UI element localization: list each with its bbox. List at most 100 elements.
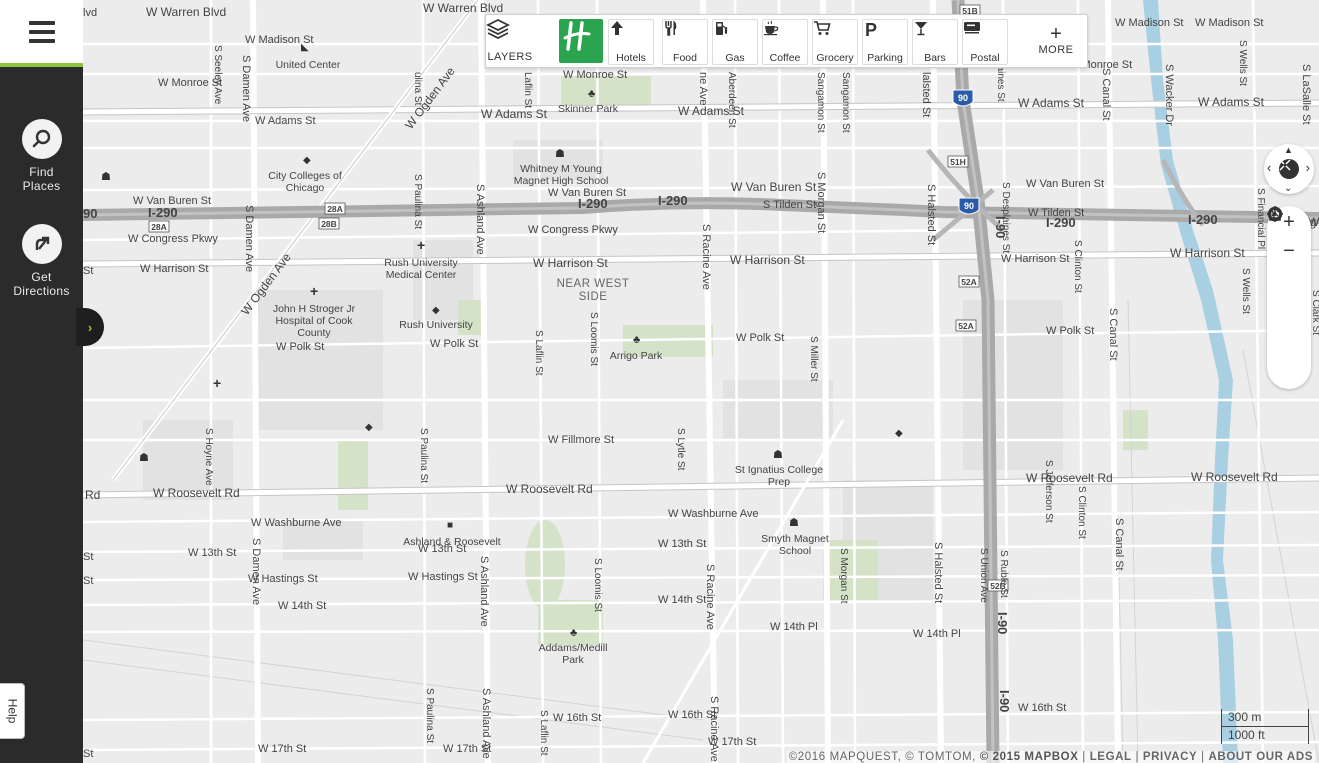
label-arrigo: Arrigo Park: [610, 350, 663, 362]
label-ccc-2: Chicago: [286, 182, 325, 194]
find-places-button[interactable]: Find Places: [0, 119, 83, 193]
label-roosevelt-w: W Roosevelt Rd: [153, 486, 240, 500]
pan-left-button[interactable]: ‹: [1267, 160, 1271, 175]
label-left-frag6: 90: [83, 206, 97, 221]
category-postal-button[interactable]: Postal: [962, 19, 1008, 65]
help-button[interactable]: Help: [0, 683, 25, 739]
label-stroger-2: Hospital of Cook: [275, 315, 353, 327]
more-button[interactable]: + MORE: [1031, 17, 1081, 61]
category-coffee-label: Coffee: [769, 52, 801, 64]
find-label-line2: Places: [22, 179, 61, 193]
label-smyth-1: Smyth Magnet: [761, 533, 829, 545]
college-icon-2: ◆: [365, 422, 373, 433]
school-icon: ☗: [555, 148, 565, 160]
shopping-cart-icon: [813, 21, 857, 47]
label-damen-c: S Damen Ave: [243, 205, 255, 272]
label-ashland-c: S Ashland Ave: [478, 556, 490, 627]
layers-icon: [486, 18, 534, 49]
label-washburne-c: W Washburne Ave: [668, 508, 759, 520]
label-left-frag2: St: [83, 265, 93, 277]
get-directions-button[interactable]: Get Directions: [0, 224, 83, 298]
college-icon-3: ◆: [895, 428, 903, 439]
label-16th-c: W 16th St: [553, 712, 601, 724]
park-tree-icon-2: ♣: [633, 334, 640, 346]
label-canal-n: S Canal St: [1100, 68, 1112, 121]
map-scale: 300 m 1000 ft: [1221, 709, 1309, 744]
exit-28a-a: 28A: [327, 204, 343, 214]
pan-right-button[interactable]: ›: [1306, 160, 1310, 175]
label-14th-pl: W 14th Pl: [770, 621, 818, 633]
share-button[interactable]: [1267, 206, 1311, 382]
hospital-icon-2: +: [310, 283, 318, 299]
label-clinton-n: S Clinton St: [1072, 240, 1083, 293]
i90-shield-label-b: 90: [964, 201, 974, 211]
label-halsted-s: S Halsted St: [932, 542, 944, 603]
map-graphic[interactable]: 28A 28A 28B 51H 51B 52A 52A 52B 90 90 ◣ …: [83, 0, 1319, 763]
locate-me-button[interactable]: [1267, 206, 1311, 295]
label-racine-top: ne Ave: [697, 72, 709, 105]
category-parking-button[interactable]: P Parking: [862, 19, 908, 65]
category-gas-button[interactable]: Gas: [712, 19, 758, 65]
category-coffee-button[interactable]: Coffee: [762, 19, 808, 65]
zoom-out-button[interactable]: −: [1267, 237, 1311, 266]
mailbox-icon: [963, 22, 1007, 47]
shopping-bag-icon: ■: [447, 520, 453, 531]
gas-pump-icon: [713, 22, 757, 47]
share-icon: [1269, 206, 1281, 221]
label-whitney-1: Whitney M Young: [520, 163, 602, 175]
label-sangamon-n: Sangamon St: [815, 72, 826, 133]
label-madison-e1: W Madison St: [1115, 17, 1183, 29]
exit-28a-b: 28A: [151, 222, 167, 232]
mapbox-credit: © 2015 MAPBOX: [979, 751, 1079, 763]
label-halsted-n: S Halsted St: [925, 184, 937, 245]
label-14th-c: W 14th St: [658, 594, 706, 606]
label-canal-c: S Canal St: [1107, 308, 1119, 361]
label-adams-w: W Adams St: [255, 115, 316, 127]
privacy-link[interactable]: PRIVACY: [1143, 751, 1197, 763]
label-roosevelt-e1: W Roosevelt Rd: [1026, 471, 1113, 485]
satellite-view-button[interactable]: [1267, 206, 1311, 324]
exit-51h: 51H: [950, 157, 966, 167]
pan-down-button[interactable]: ⌄: [1284, 183, 1292, 194]
label-skinner: Skinner Park: [558, 103, 619, 115]
label-racine-s2: S Racine Ave: [708, 696, 720, 762]
label-ruble: S Ruble St: [998, 550, 1009, 598]
coffee-cup-icon: [763, 20, 807, 47]
traffic-button[interactable]: [1267, 208, 1311, 353]
holiday-inn-button[interactable]: [559, 19, 603, 63]
label-miller: S Miller St: [808, 336, 819, 382]
label-hastings-c: W Hastings St: [408, 571, 478, 583]
category-hotels-button[interactable]: Hotels: [608, 19, 654, 65]
category-bars-button[interactable]: Bars: [912, 19, 958, 65]
menu-button[interactable]: [0, 0, 83, 67]
category-food-label: Food: [673, 52, 697, 64]
label-i90-s2: I-90: [997, 690, 1012, 712]
category-food-button[interactable]: Food: [662, 19, 708, 65]
label-rush-med-1: Rush University: [384, 257, 458, 269]
label-paulina-s: S Paulina St: [424, 688, 435, 743]
legal-link[interactable]: LEGAL: [1090, 751, 1132, 763]
college-icon: ◆: [303, 155, 311, 166]
label-lasalle: S LaSalle St: [1300, 64, 1312, 125]
help-label: Help: [5, 698, 19, 724]
compass-north-icon: ▲: [1284, 145, 1293, 155]
exit-28b: 28B: [321, 219, 337, 229]
about-ads-link[interactable]: ABOUT OUR ADS: [1209, 751, 1313, 763]
layers-button[interactable]: LAYERS: [486, 17, 534, 63]
park-tree-icon-3: ♣: [570, 627, 577, 639]
label-ignatius-1: St Ignatius College: [735, 464, 823, 476]
category-grocery-button[interactable]: Grocery: [812, 19, 858, 65]
cocktail-icon: [913, 22, 957, 47]
label-i290-c2: I-290: [658, 193, 688, 208]
label-stroger-1: John H Stroger Jr: [273, 303, 356, 315]
label-loomis-c: S Loomis St: [588, 312, 599, 366]
label-damen-s: S Damen Ave: [250, 538, 262, 605]
label-loomis-s: S Loomis St: [592, 558, 603, 612]
category-bars-label: Bars: [924, 52, 946, 64]
recenter-compass-button[interactable]: [1279, 159, 1299, 179]
category-toolbar: LAYERS Hotels Food Gas Coffee Grocery P …: [485, 14, 1088, 68]
map-canvas[interactable]: 28A 28A 28B 51H 51B 52A 52A 52B 90 90 ◣ …: [83, 0, 1319, 763]
label-jefferson: S Jefferson St: [1043, 460, 1054, 523]
hotel-brand-logo-icon: [563, 21, 591, 51]
exit-52a-b: 52A: [958, 321, 974, 331]
